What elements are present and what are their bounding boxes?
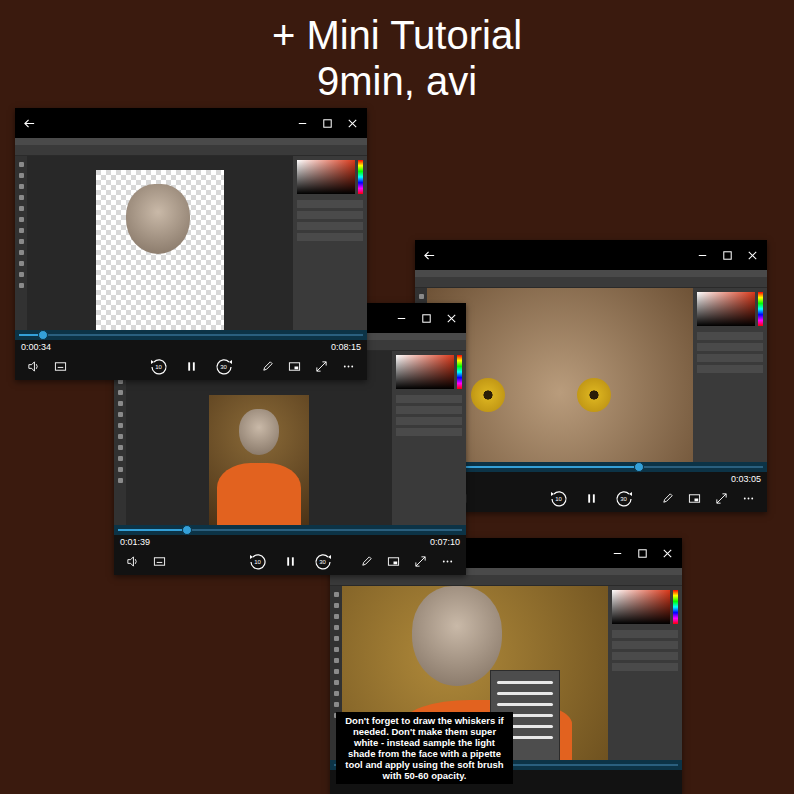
skip-back-button[interactable]: 10 <box>248 552 268 572</box>
photoshop-panels <box>392 351 466 525</box>
progress-bar[interactable] <box>415 462 767 472</box>
skip-forward-button[interactable]: 30 <box>313 552 333 572</box>
more-icon[interactable] <box>742 492 755 505</box>
banner-subtitle: 9min, avi <box>317 58 477 104</box>
miniplayer-icon[interactable] <box>288 360 301 373</box>
time-row: 0:00:34 0:08:15 <box>15 340 367 353</box>
photoshop-options-bar <box>330 575 682 586</box>
time-row: 0:03:05 <box>415 472 767 485</box>
canvas-area <box>27 156 293 330</box>
maximize-icon[interactable] <box>321 117 334 130</box>
hue-strip <box>358 160 363 194</box>
photoshop-options-bar <box>415 277 767 288</box>
elapsed-time: 0:01:39 <box>120 537 150 548</box>
close-icon[interactable] <box>746 249 759 262</box>
pen-icon[interactable] <box>261 360 274 373</box>
progress-knob[interactable] <box>182 525 192 535</box>
header: + Mini Tutorial 9min, avi <box>0 0 794 104</box>
progress-knob[interactable] <box>38 330 48 340</box>
color-picker <box>396 355 454 389</box>
back-arrow-icon[interactable] <box>423 249 436 262</box>
photoshop-menu-bar <box>415 270 767 277</box>
maximize-icon[interactable] <box>721 249 734 262</box>
maximize-icon[interactable] <box>636 547 649 560</box>
progress-knob[interactable] <box>634 462 644 472</box>
fullscreen-icon[interactable] <box>315 360 328 373</box>
canvas-image <box>427 288 693 462</box>
elapsed-time: 0:00:34 <box>21 342 51 353</box>
photoshop-options-bar <box>15 145 367 156</box>
fullscreen-icon[interactable] <box>414 555 427 568</box>
skip-forward-button[interactable]: 30 <box>614 489 634 509</box>
photoshop-menu-bar <box>15 138 367 145</box>
close-icon[interactable] <box>661 547 674 560</box>
pause-icon[interactable] <box>585 492 598 505</box>
canvas-image <box>96 170 224 330</box>
skip-back-button[interactable]: 10 <box>149 357 169 377</box>
tutorial-caption: Don't forget to draw the whiskers if nee… <box>336 712 513 784</box>
skip-forward-button[interactable]: 30 <box>214 357 234 377</box>
minimize-icon[interactable] <box>696 249 709 262</box>
pen-icon[interactable] <box>661 492 674 505</box>
canvas-area <box>427 288 693 462</box>
video-player-window[interactable]: Don't forget to draw the whiskers if nee… <box>330 538 682 794</box>
fullscreen-icon[interactable] <box>715 492 728 505</box>
skip-back-button[interactable]: 10 <box>549 489 569 509</box>
player-controls: 10 30 <box>15 353 367 380</box>
product-banner: + Mini Tutorial 9min, avi Don't forget t… <box>0 0 794 794</box>
title-bar <box>415 240 767 270</box>
close-icon[interactable] <box>445 312 458 325</box>
maximize-icon[interactable] <box>420 312 433 325</box>
video-frame[interactable] <box>415 270 767 462</box>
hue-strip <box>673 590 678 624</box>
layers-panel <box>612 630 678 671</box>
total-time: 0:08:15 <box>331 342 361 353</box>
player-controls: 10 30 <box>114 548 466 575</box>
photoshop-panels <box>293 156 367 330</box>
pause-icon[interactable] <box>185 360 198 373</box>
minimize-icon[interactable] <box>611 547 624 560</box>
miniplayer-icon[interactable] <box>387 555 400 568</box>
captions-icon[interactable] <box>153 555 166 568</box>
progress-bar[interactable] <box>114 525 466 535</box>
close-icon[interactable] <box>346 117 359 130</box>
captions-icon[interactable] <box>54 360 67 373</box>
color-picker <box>612 590 670 624</box>
pause-icon[interactable] <box>284 555 297 568</box>
layers-panel <box>297 200 363 241</box>
player-controls: 10 30 <box>415 485 767 512</box>
color-picker <box>697 292 755 326</box>
video-player-window[interactable]: 0:03:05 10 30 <box>415 240 767 512</box>
layers-panel <box>697 332 763 373</box>
video-frame[interactable] <box>15 138 367 330</box>
hue-strip <box>457 355 462 389</box>
more-icon[interactable] <box>441 555 454 568</box>
hue-strip <box>758 292 763 326</box>
total-time: 0:03:05 <box>731 474 761 485</box>
photoshop-toolbar <box>15 156 27 330</box>
back-arrow-icon[interactable] <box>23 117 36 130</box>
minimize-icon[interactable] <box>395 312 408 325</box>
layers-panel <box>396 395 462 436</box>
photoshop-panels <box>608 586 682 760</box>
miniplayer-icon[interactable] <box>688 492 701 505</box>
volume-icon[interactable] <box>27 360 40 373</box>
minimize-icon[interactable] <box>296 117 309 130</box>
pen-icon[interactable] <box>360 555 373 568</box>
photoshop-panels <box>693 288 767 462</box>
total-time: 0:07:10 <box>430 537 460 548</box>
volume-icon[interactable] <box>126 555 139 568</box>
banner-title: + Mini Tutorial <box>272 12 522 58</box>
progress-bar[interactable] <box>15 330 367 340</box>
title-bar <box>15 108 367 138</box>
canvas-image <box>209 395 309 525</box>
more-icon[interactable] <box>342 360 355 373</box>
video-player-window[interactable]: 0:00:34 0:08:15 10 30 <box>15 108 367 380</box>
color-picker <box>297 160 355 194</box>
time-row: 0:01:39 0:07:10 <box>114 535 466 548</box>
